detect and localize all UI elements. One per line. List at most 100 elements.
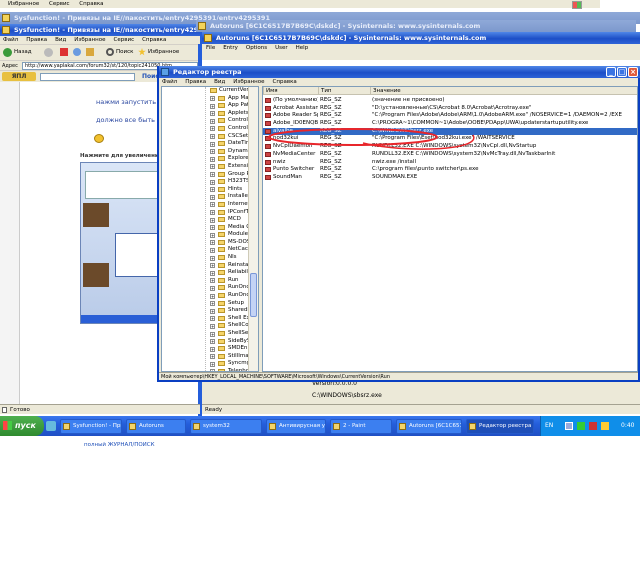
expand-icon[interactable]: + xyxy=(210,187,215,193)
value-row[interactable]: Acrobat Assistant...REG_SZ "D:\установлен… xyxy=(263,105,637,113)
expand-icon[interactable]: + xyxy=(210,240,215,246)
col-type[interactable]: Тип xyxy=(318,87,370,95)
forward-icon[interactable] xyxy=(44,48,53,57)
expand-icon[interactable]: + xyxy=(210,316,215,322)
expand-icon[interactable]: + xyxy=(210,96,215,102)
expand-icon[interactable]: + xyxy=(210,263,215,269)
expand-icon[interactable]: + xyxy=(210,149,215,155)
expand-icon[interactable]: + xyxy=(210,210,215,215)
expand-icon[interactable]: + xyxy=(210,270,215,276)
search-field[interactable] xyxy=(40,73,135,81)
expand-icon[interactable]: + xyxy=(210,301,215,307)
value-row[interactable]: SoundMan REG_SZ SOUNDMAN.EXE xyxy=(263,174,637,182)
regedit-menu-edit[interactable]: Правка xyxy=(185,79,206,85)
autoruns-menu-file[interactable]: File xyxy=(206,45,215,51)
expand-icon[interactable]: + xyxy=(210,255,215,261)
regedit-menu-help[interactable]: Справка xyxy=(273,79,297,85)
tree-scroll-thumb[interactable] xyxy=(250,273,257,317)
ie-menu-file[interactable]: Файл xyxy=(3,37,18,43)
expand-icon[interactable]: + xyxy=(210,225,215,231)
expand-icon[interactable]: + xyxy=(210,141,215,147)
window-title-autoruns[interactable]: Autoruns [6C1C6517B7B69C\dskdc] - Sysint… xyxy=(202,32,640,44)
favorites-icon[interactable] xyxy=(138,48,146,56)
col-name[interactable]: Имя xyxy=(263,87,318,95)
expand-icon[interactable]: + xyxy=(210,202,215,208)
value-row[interactable]: (По умолчанию) REG_SZ (значение не присвое… xyxy=(263,97,637,105)
taskbar-button[interactable]: Sysfunction! - Прив... xyxy=(60,419,122,434)
expand-icon[interactable]: + xyxy=(210,354,215,360)
expand-icon[interactable]: + xyxy=(210,346,215,352)
expand-icon[interactable]: + xyxy=(210,172,215,178)
expand-icon[interactable]: + xyxy=(210,179,215,185)
expand-icon[interactable]: + xyxy=(210,285,215,291)
expand-icon[interactable]: + xyxy=(210,111,215,117)
expand-icon[interactable]: + xyxy=(210,134,215,140)
menu-service[interactable]: Сервис xyxy=(49,1,70,7)
language-indicator[interactable]: EN xyxy=(545,422,553,429)
stop-icon[interactable] xyxy=(60,48,68,56)
tray-icon[interactable] xyxy=(577,422,585,430)
expand-icon[interactable]: + xyxy=(210,278,215,284)
close-button[interactable]: × xyxy=(628,67,638,77)
tree-scrollbar[interactable] xyxy=(248,87,258,371)
menu-favorites[interactable]: Избранное xyxy=(8,1,39,7)
search-icon[interactable] xyxy=(106,48,114,56)
expand-icon[interactable]: + xyxy=(210,308,215,314)
tray-icon[interactable] xyxy=(589,422,597,430)
expand-icon[interactable]: + xyxy=(210,331,215,337)
regedit-menu-favorites[interactable]: Избранное xyxy=(233,79,264,85)
tree-root[interactable]: CurrentVers xyxy=(206,87,252,95)
taskbar-button[interactable]: Редактор реестра xyxy=(466,419,534,434)
autoruns-menu-options[interactable]: Options xyxy=(246,45,267,51)
expand-icon[interactable]: + xyxy=(210,103,215,109)
ie-menu-favorites[interactable]: Избранное xyxy=(74,37,105,43)
window-title-regedit[interactable]: Редактор реестра _ □ × xyxy=(159,66,640,78)
expand-icon[interactable]: + xyxy=(210,323,215,329)
start-button[interactable]: пуск xyxy=(0,416,44,436)
expand-icon[interactable]: + xyxy=(210,361,215,367)
expand-icon[interactable]: + xyxy=(210,293,215,299)
regedit-menu-view[interactable]: Вид xyxy=(214,79,225,85)
taskbar-button[interactable]: Антивирусная утил... xyxy=(266,419,326,434)
folder-icon xyxy=(218,270,225,276)
ie-menu-view[interactable]: Вид xyxy=(55,37,66,43)
expand-icon[interactable]: + xyxy=(210,194,215,200)
col-data[interactable]: Значение xyxy=(370,87,637,95)
expand-icon[interactable]: + xyxy=(210,126,215,132)
autoruns-menu-entry[interactable]: Entry xyxy=(223,45,238,51)
expand-icon[interactable]: + xyxy=(210,232,215,238)
menu-help[interactable]: Справка xyxy=(79,1,103,7)
favorites-button[interactable]: Избранное xyxy=(148,49,179,55)
expand-icon[interactable]: + xyxy=(210,156,215,162)
minimize-button[interactable]: _ xyxy=(606,67,616,77)
regedit-menu-file[interactable]: Файл xyxy=(162,79,177,85)
home-icon[interactable] xyxy=(86,48,94,56)
tray-icon[interactable] xyxy=(601,422,609,430)
tray-icon[interactable] xyxy=(565,422,573,430)
folder-icon xyxy=(218,179,225,185)
refresh-icon[interactable] xyxy=(73,48,81,56)
expand-icon[interactable]: + xyxy=(210,217,215,223)
ie-menu-service[interactable]: Сервис xyxy=(114,37,135,43)
value-row[interactable]: Punto Switcher REG_SZ C:\program files\pun… xyxy=(263,166,637,174)
taskbar-button[interactable]: Autoruns xyxy=(126,419,186,434)
autoruns-menu-help[interactable]: Help xyxy=(296,45,309,51)
back-button[interactable]: Назад xyxy=(14,49,32,55)
window-title-autoruns-back[interactable]: Autoruns [6C1C6517B7B69C\dskdc] - Sysint… xyxy=(196,20,636,32)
maximize-button[interactable]: □ xyxy=(617,67,627,77)
search-button[interactable]: Поиск xyxy=(116,49,133,55)
expand-icon[interactable]: + xyxy=(210,118,215,124)
value-row[interactable]: Adobe Reader Speed L...REG_SZ "C:\Program… xyxy=(263,112,637,120)
expand-icon[interactable]: + xyxy=(210,164,215,170)
taskbar-button[interactable]: 2 - Paint xyxy=(330,419,392,434)
window-title-back2[interactable]: Sysfunction! - Привязы на IE//пакостить/… xyxy=(0,24,200,36)
ie-menu-edit[interactable]: Правка xyxy=(26,37,47,43)
back-icon[interactable] xyxy=(3,48,12,57)
expand-icon[interactable]: + xyxy=(210,339,215,345)
taskbar-button[interactable]: Autoruns [6C1C6517... xyxy=(396,419,462,434)
expand-icon[interactable]: + xyxy=(210,247,215,253)
taskbar-button[interactable]: system32 xyxy=(190,419,262,434)
ie-menu-help[interactable]: Справка xyxy=(142,37,166,43)
autoruns-menu-user[interactable]: User xyxy=(275,45,288,51)
footer-link[interactable]: полный ЖУРНАЛ/ПОИСК xyxy=(84,442,155,448)
